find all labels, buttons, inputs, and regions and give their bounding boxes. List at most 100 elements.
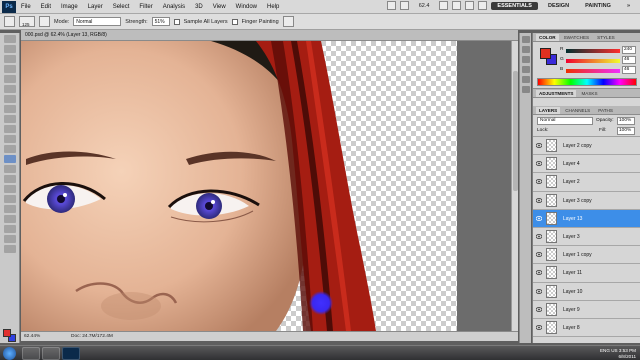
layer-name[interactable]: Layer 4 — [563, 161, 580, 167]
zoom-status[interactable]: 62.44% — [24, 334, 40, 339]
view-extras-icon[interactable] — [399, 1, 409, 10]
layer-thumbnail[interactable] — [546, 157, 557, 171]
layer-thumbnail[interactable] — [546, 302, 557, 316]
strength-input[interactable]: 51% — [151, 17, 170, 26]
workspace-essentials[interactable]: ESSENTIALS — [491, 1, 538, 10]
canvas-area[interactable] — [21, 41, 511, 331]
3d-rotate-tool-icon[interactable] — [3, 215, 16, 223]
shape-tool-icon[interactable] — [3, 205, 16, 213]
tab-paths[interactable]: PATHS — [595, 107, 616, 114]
panel-foreground-color[interactable] — [540, 48, 551, 59]
canvas-artwork[interactable] — [21, 41, 511, 331]
actions-panel-icon[interactable] — [521, 46, 530, 53]
vertical-scrollbar[interactable] — [511, 41, 518, 331]
visibility-eye-icon[interactable] — [536, 306, 542, 312]
layer-thumbnail[interactable] — [546, 211, 557, 225]
tray-time[interactable]: 3:53 PM — [619, 348, 636, 353]
red-value-input[interactable]: 240 — [622, 46, 636, 54]
document-tab[interactable]: 000.psd @ 62.4% (Layer 13, RGB/8) — [21, 30, 518, 41]
lasso-tool-icon[interactable] — [3, 55, 16, 63]
layer-name[interactable]: Layer 3 copy — [563, 198, 592, 204]
zoom-level-readout[interactable]: 62.4 — [413, 2, 436, 10]
sample-all-layers-checkbox[interactable] — [173, 18, 180, 25]
tray-date[interactable]: 6/8/2011 — [600, 354, 636, 360]
layer-name[interactable]: Layer 8 — [563, 325, 580, 331]
visibility-eye-icon[interactable] — [536, 324, 542, 330]
launch-bridge-icon[interactable] — [386, 1, 396, 10]
layer-name[interactable]: Layer 10 — [563, 289, 582, 295]
layer-thumbnail[interactable] — [546, 320, 557, 334]
rotate-view-icon[interactable] — [452, 1, 462, 10]
menu-item-view[interactable]: View — [208, 4, 231, 10]
layer-name[interactable]: Layer 13 — [563, 216, 582, 222]
layer-row[interactable]: Layer 3 copy — [533, 191, 640, 210]
menu-item-edit[interactable]: Edit — [36, 4, 56, 10]
3d-orbit-tool-icon[interactable] — [3, 225, 16, 233]
arrange-documents-icon[interactable] — [465, 1, 475, 10]
character-panel-icon[interactable] — [521, 76, 530, 83]
menu-item-window[interactable]: Window — [231, 4, 262, 10]
chrome-taskbar-icon[interactable] — [42, 347, 60, 360]
menu-item-layer[interactable]: Layer — [83, 4, 108, 10]
green-slider[interactable] — [566, 59, 620, 63]
layer-row[interactable]: Layer 3 — [533, 227, 640, 247]
gradient-tool-icon[interactable] — [3, 145, 16, 153]
layer-row[interactable]: Layer 9 — [533, 300, 640, 319]
tab-channels[interactable]: CHANNELS — [562, 107, 593, 114]
visibility-eye-icon[interactable] — [536, 161, 542, 167]
layer-thumbnail[interactable] — [546, 284, 557, 298]
menu-item-3d[interactable]: 3D — [190, 4, 208, 10]
eyedropper-tool-icon[interactable] — [3, 85, 16, 93]
layer-thumbnail[interactable] — [546, 266, 557, 280]
visibility-eye-icon[interactable] — [536, 270, 542, 276]
layer-row[interactable]: Layer 10 — [533, 282, 640, 301]
hand-tool-icon[interactable] — [3, 235, 16, 243]
mode-select[interactable]: Normal — [73, 17, 122, 26]
layer-thumbnail[interactable] — [546, 175, 557, 189]
fill-input[interactable]: 100% — [617, 127, 635, 135]
scrollbar-thumb[interactable] — [513, 71, 518, 191]
marquee-tool-icon[interactable] — [3, 45, 16, 53]
workspace-painting[interactable]: PAINTING — [579, 2, 617, 10]
layer-name[interactable]: Layer 9 — [563, 307, 580, 313]
menu-item-filter[interactable]: Filter — [134, 4, 157, 10]
layer-thumbnail[interactable] — [546, 229, 557, 243]
blue-slider[interactable] — [566, 69, 620, 73]
tab-styles[interactable]: STYLES — [594, 34, 618, 41]
quick-select-tool-icon[interactable] — [3, 65, 16, 73]
visibility-eye-icon[interactable] — [536, 143, 542, 148]
history-panel-icon[interactable] — [521, 36, 530, 43]
layer-row[interactable]: Layer 2 — [533, 173, 640, 192]
workspace-more-chevron-icon[interactable]: » — [621, 2, 636, 10]
visibility-eye-icon[interactable] — [536, 179, 542, 185]
layer-row[interactable]: Layer 4 — [533, 155, 640, 174]
layer-name[interactable]: Layer 11 — [563, 270, 582, 276]
menu-item-select[interactable]: Select — [108, 4, 135, 10]
brush-presets-icon[interactable] — [521, 56, 530, 63]
tray-language[interactable]: ENG US — [600, 348, 618, 353]
layer-thumbnail[interactable] — [546, 248, 557, 262]
layer-name[interactable]: Layer 1 copy — [563, 252, 592, 258]
path-selection-tool-icon[interactable] — [3, 195, 16, 203]
zoom-tool-icon[interactable] — [3, 245, 16, 253]
layer-thumbnail[interactable] — [546, 193, 557, 207]
eraser-tool-icon[interactable] — [3, 135, 16, 143]
pressure-icon[interactable] — [282, 16, 294, 27]
red-slider[interactable] — [566, 49, 620, 53]
layer-row[interactable]: Layer 2 copy — [533, 137, 640, 156]
screen-mode-icon[interactable] — [478, 1, 488, 10]
photoshop-taskbar-icon[interactable] — [62, 347, 80, 360]
opacity-input[interactable]: 100% — [617, 117, 635, 125]
layer-name[interactable]: Layer 2 — [563, 179, 580, 185]
start-button-icon[interactable] — [3, 347, 16, 360]
brush-panel-toggle-icon[interactable] — [39, 16, 50, 27]
layer-row[interactable]: Layer 11 — [533, 264, 640, 283]
layer-row[interactable]: Layer 13 — [533, 209, 640, 228]
smudge-tool-icon[interactable] — [3, 155, 16, 163]
color-spectrum-bar[interactable] — [537, 78, 637, 86]
tab-masks[interactable]: MASKS — [578, 90, 600, 97]
smudge-tool-preset-icon[interactable] — [4, 16, 15, 27]
finger-painting-checkbox[interactable] — [231, 18, 238, 25]
menu-item-image[interactable]: Image — [56, 4, 83, 10]
move-tool-icon[interactable] — [3, 35, 16, 43]
